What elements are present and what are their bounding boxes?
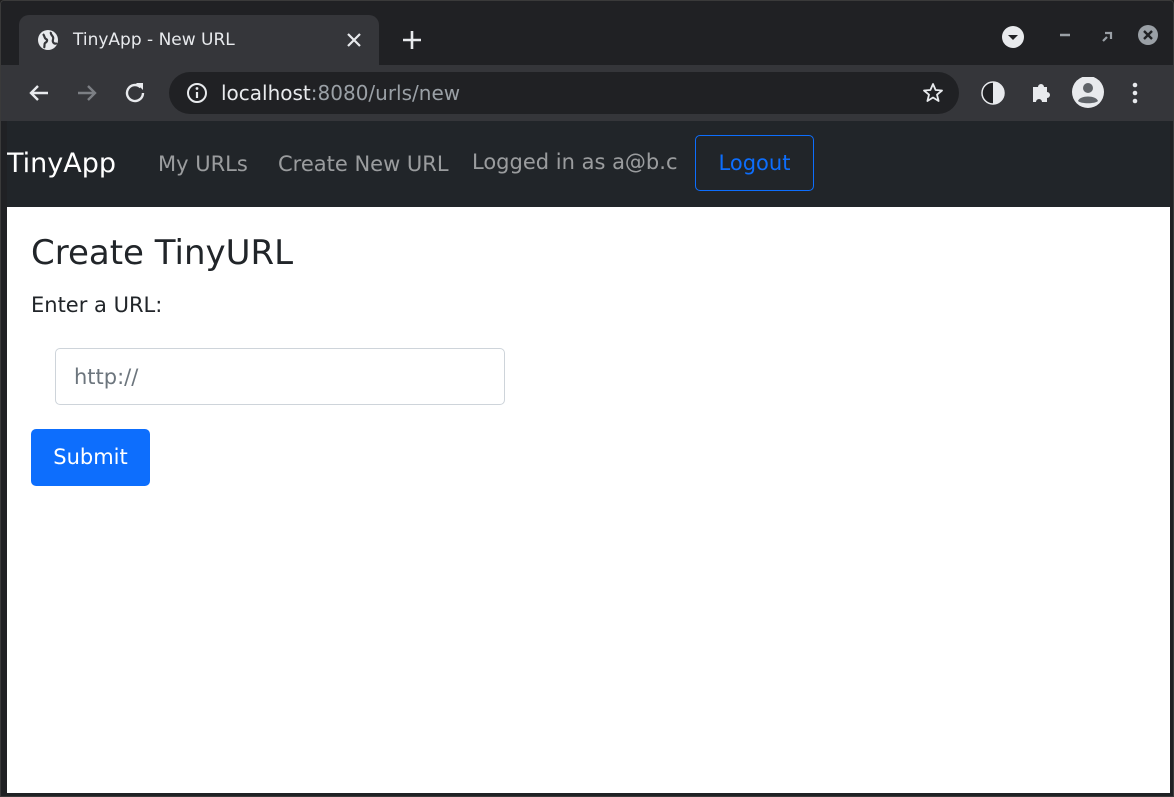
browser-window: TinyApp - New URL localhost:8080/urls/ne… xyxy=(0,0,1174,797)
globe-icon xyxy=(37,29,59,51)
more-menu-icon[interactable] xyxy=(1119,77,1151,109)
url-field-label: Enter a URL: xyxy=(31,293,163,317)
address-bar[interactable]: localhost:8080/urls/new xyxy=(169,72,959,114)
minimize-icon[interactable] xyxy=(1051,23,1079,51)
user-status-text: Logged in as a@b.c xyxy=(472,150,678,174)
close-window-icon[interactable] xyxy=(1134,23,1162,51)
reload-icon[interactable] xyxy=(119,77,151,109)
site-navbar: TinyApp My URLs Create New URL Logged in… xyxy=(7,121,1170,207)
extensions-puzzle-icon[interactable] xyxy=(1025,77,1057,109)
tab-search-icon[interactable] xyxy=(999,23,1027,51)
back-arrow-icon[interactable] xyxy=(23,77,55,109)
tab-strip: TinyApp - New URL xyxy=(1,1,1173,65)
info-icon[interactable] xyxy=(185,81,209,105)
browser-toolbar: localhost:8080/urls/new xyxy=(1,65,1173,121)
long-url-input[interactable] xyxy=(55,348,505,405)
logout-button[interactable]: Logout xyxy=(695,135,814,191)
brand-link[interactable]: TinyApp xyxy=(7,145,116,183)
tab-title: TinyApp - New URL xyxy=(73,30,235,50)
restore-icon[interactable] xyxy=(1093,23,1121,51)
url-host: localhost xyxy=(221,81,311,105)
new-tab-icon[interactable] xyxy=(397,25,427,55)
close-tab-icon[interactable] xyxy=(343,29,365,51)
url-path: :8080/urls/new xyxy=(310,81,461,105)
browser-tab-active[interactable]: TinyApp - New URL xyxy=(19,15,379,65)
submit-button[interactable]: Submit xyxy=(31,429,150,486)
address-url[interactable]: localhost:8080/urls/new xyxy=(221,81,460,105)
nav-link-my-urls[interactable]: My URLs xyxy=(158,148,248,180)
nav-link-create-new-url[interactable]: Create New URL xyxy=(278,148,449,180)
page-content: TinyApp My URLs Create New URL Logged in… xyxy=(7,121,1170,793)
bookmark-star-icon[interactable] xyxy=(921,81,945,105)
page-title: Create TinyURL xyxy=(31,233,294,273)
profile-avatar-icon[interactable] xyxy=(1071,76,1104,109)
forward-arrow-icon[interactable] xyxy=(71,77,103,109)
dark-mode-extension-icon[interactable] xyxy=(977,77,1009,109)
